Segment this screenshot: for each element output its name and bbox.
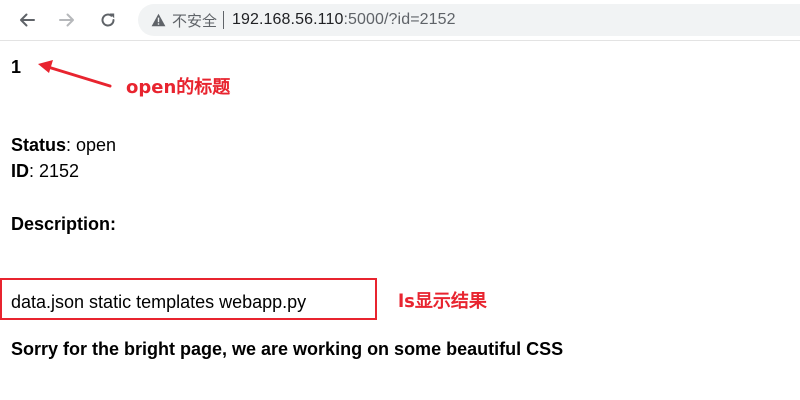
status-label: Status xyxy=(11,135,67,155)
description-heading: Description: xyxy=(11,214,117,234)
annotation-arrow-icon xyxy=(38,60,112,88)
security-status-label[interactable]: 不安全 xyxy=(172,10,217,31)
url-path: :5000/?id=2152 xyxy=(343,11,456,28)
url-host: 192.168.56.110 xyxy=(232,11,344,28)
back-button[interactable] xyxy=(15,8,39,32)
annotation-ls-note: ls显示结果 xyxy=(398,291,487,312)
address-bar[interactable]: 不安全 192.168.56.110:5000/?id=2152 xyxy=(138,4,800,36)
footer-note: Sorry for the bright page, we are workin… xyxy=(11,339,564,359)
browser-toolbar: 不安全 192.168.56.110:5000/?id=2152 xyxy=(0,0,800,41)
page-title: 1 xyxy=(11,57,22,77)
description-result: data.json static templates webapp.py xyxy=(11,292,307,312)
id-label: ID xyxy=(11,161,29,181)
warning-icon[interactable] xyxy=(150,12,166,28)
url-text[interactable]: 192.168.56.110:5000/?id=2152 xyxy=(232,11,456,29)
back-arrow-icon xyxy=(18,11,36,29)
status-field: Status: open xyxy=(11,134,116,156)
forward-arrow-icon xyxy=(58,11,76,29)
id-field: ID: 2152 xyxy=(11,160,79,182)
reload-button[interactable] xyxy=(96,8,120,32)
reload-icon xyxy=(99,11,117,29)
forward-button[interactable] xyxy=(55,8,79,32)
status-value: : open xyxy=(66,135,117,155)
url-separator xyxy=(223,11,225,29)
page-content: 1 Status: open ID: 2152 Description: dat… xyxy=(0,41,800,400)
annotation-title-note: open的标题 xyxy=(126,77,231,98)
id-value: : 2152 xyxy=(29,161,80,181)
